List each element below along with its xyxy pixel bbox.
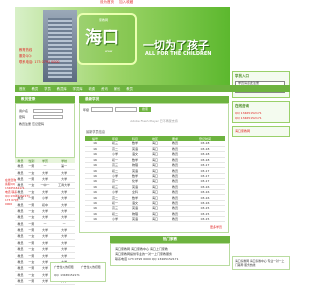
- flash-placeholder: Adobe Flash Player 已不再受支持: [130, 119, 178, 123]
- center-title: 最新学员: [79, 96, 229, 103]
- subject-select[interactable]: [115, 107, 138, 112]
- header-banner: 教育热线 服务QQ: 联系电话: 173 0795 0000 家教网 海口 E …: [15, 7, 230, 85]
- qq-link-2[interactable]: QQ 13465152171: [235, 116, 287, 121]
- hot-item[interactable]: 联系电话 173 0795 0000 QQ 13465152171: [115, 257, 225, 262]
- nav-item[interactable]: 学员: [44, 86, 51, 91]
- hot-list: 海口家教网 海口家教中心 海口上门家教 海口家教网提供专业的一对一上门家教服务 …: [110, 243, 230, 266]
- nav-item[interactable]: 家长: [114, 86, 121, 91]
- nav-item[interactable]: 教员库: [57, 86, 67, 91]
- site-info-box: 海口家教网: [232, 126, 290, 137]
- table-cell: 教员: [165, 216, 185, 223]
- student-list-panel: 年级 搜索 Adobe Flash Player 已不再受支持 最新学员信息 编…: [79, 103, 229, 234]
- password-label: 密码: [19, 115, 26, 119]
- grade-select[interactable]: [91, 107, 114, 112]
- nav-item[interactable]: 收费: [89, 86, 96, 91]
- right-sidebar: 学员入口 学员请点此注册 学员登记 在线咨询 QQ 13465152171 QQ…: [232, 71, 290, 140]
- table-cell: 一男: [25, 278, 37, 285]
- list-title: 最新学员信息: [86, 130, 106, 134]
- building-image: [43, 10, 77, 82]
- login-box: 用户名 密码 教员注册 忘记密码: [15, 103, 75, 158]
- table-cell: 小学: [105, 216, 125, 223]
- student-row[interactable]: 16 小学 英语 海口 教员 03-15: [85, 216, 225, 223]
- ad-box: 广告位火热招租 广告位火热招租 QQ: 13465152171: [50, 262, 106, 282]
- table-cell: 英语: [125, 216, 145, 223]
- banner-contact-info: 教育热线 服务QQ: 联系电话: 173 0795 0000: [19, 48, 60, 64]
- student-table: 编号 年级 科目 地区 要求 登记时间 16 初三 数学 海口 教员 03-18 16 高二 英语 海口 教员…: [85, 136, 225, 223]
- contact-sidebar-text: 在线咨询 客服QQ 13465152171 电话 联系 QQ:134651521…: [5, 178, 30, 206]
- password-input[interactable]: [33, 115, 63, 119]
- top-links: 设为首页 加入收藏: [100, 0, 200, 6]
- table-cell: 海口: [145, 216, 165, 223]
- more-students-link[interactable]: 更多学员: [80, 222, 228, 232]
- site-logo: 家教网 海口 E www: [77, 13, 137, 65]
- table-cell: 16: [85, 216, 105, 223]
- username-input[interactable]: [33, 109, 63, 113]
- online-consult-box: 在线咨询 QQ 13465152171 QQ 13465152171: [232, 101, 290, 124]
- add-favorite-link[interactable]: 加入收藏: [119, 0, 133, 4]
- nav-item[interactable]: 资讯: [101, 86, 108, 91]
- hot-title: 热门家教: [110, 236, 230, 243]
- login-links[interactable]: 教员注册 忘记密码: [19, 122, 71, 126]
- slogan-english: ALL FOR THE CHILDREN: [145, 51, 212, 57]
- table-cell: 教员: [15, 278, 26, 285]
- table-cell: 03-15: [185, 216, 225, 223]
- center-column: 最新学员 年级 搜索 Adobe Flash Player 已不再受支持 最新学…: [79, 96, 229, 234]
- nav-item[interactable]: 教员: [32, 86, 39, 91]
- login-title: 教员登录: [15, 96, 75, 103]
- left-sidebar: 教员登录 用户名 密码 教员注册 忘记密码 教员 性别 学历 学校 教员 一男一第一 教员…: [15, 96, 75, 285]
- hot-panel: 热门家教 海口家教网 海口家教中心 海口上门家教 海口家教网提供专业的一对一上门…: [110, 236, 230, 266]
- nav-item[interactable]: 首页: [19, 86, 26, 91]
- nav-item[interactable]: 学员库: [73, 86, 83, 91]
- set-homepage-link[interactable]: 设为首页: [100, 0, 114, 4]
- search-row: 年级 搜索: [80, 104, 228, 115]
- grade-label: 年级: [83, 107, 90, 112]
- nav-item[interactable]: 教员: [126, 86, 133, 91]
- info-box: 海口家教网 海口家教中心 专业一对一上门辅导 服务热线: [232, 256, 290, 270]
- main-nav: 首页 教员 学员 教员库 学员库 收费 资讯 家长 教员: [15, 85, 290, 92]
- username-label: 用户名: [19, 109, 29, 113]
- search-button[interactable]: 搜索: [139, 107, 152, 112]
